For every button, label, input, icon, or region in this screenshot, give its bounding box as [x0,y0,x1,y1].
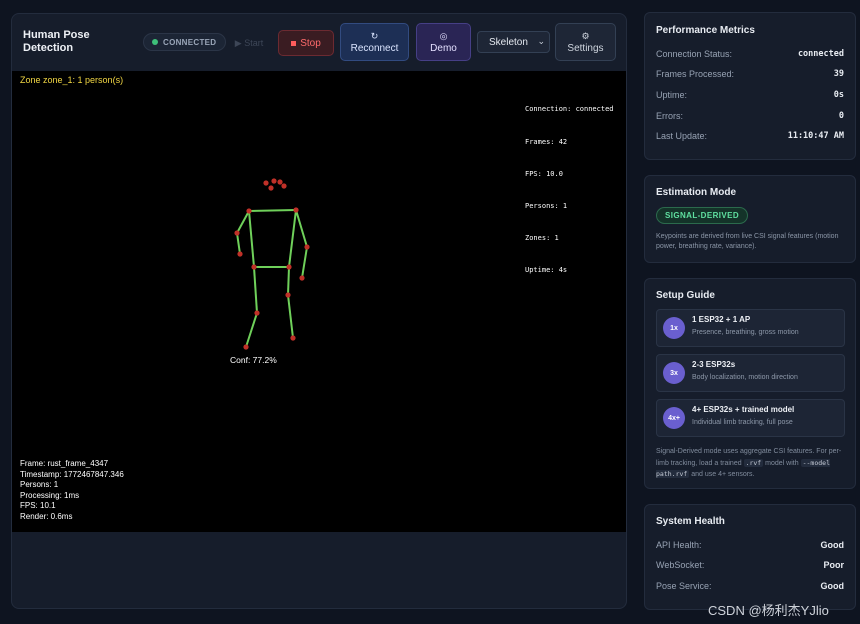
diagnostics-line: Persons: 1 [525,201,568,210]
diagnostics-line: Frames: 42 [525,137,568,146]
render-mode-select[interactable]: Skeleton ⌄ [477,31,550,53]
demo-icon: ◎ [439,30,448,41]
performance-metrics-card: Performance Metrics Connection Status: co… [644,12,856,160]
metric-row: Connection Status: connected [656,49,844,59]
zone-label: Zone zone_1: 1 person(s) [20,75,124,85]
pose-detection-panel: Human Pose Detection CONNECTED ▶ Start S… [11,13,627,609]
demo-button-label: Demo [430,42,457,54]
system-health-card: System Health API Health: Good WebSocket:… [644,504,856,610]
metric-row: Errors: 0 [656,111,844,121]
frame-info-line: Persons: 1 [20,480,59,489]
metric-value: connected [797,49,844,59]
toolbar: Human Pose Detection CONNECTED ▶ Start S… [12,14,626,72]
setup-guide-note: Signal-Derived mode uses aggregate CSI f… [656,446,848,481]
metric-label: Connection Status: [656,49,733,59]
health-row: Pose Service: Good [656,581,844,591]
render-mode-value: Skeleton [489,36,528,48]
demo-button[interactable]: ◎ Demo [416,23,471,61]
estimation-mode-description: Keypoints are derived from live CSI sign… [656,233,839,250]
frame-info-line: Render: 0.6ms [20,511,73,521]
note-text: model with [765,459,799,467]
frame-info-line: FPS: 10.1 [20,501,56,510]
metric-row: Last Update: 11:10:47 AM [656,131,844,141]
setup-guide-card: Setup Guide 1x 1 ESP32 + 1 AP Presence, … [644,278,856,489]
gear-icon: ⚙ [581,30,590,41]
metric-label: Last Update: [656,131,708,141]
metric-value: 11:10:47 AM [787,131,844,141]
health-row: API Health: Good [656,540,844,550]
skeleton-bones [236,209,308,348]
settings-button[interactable]: ⚙ Settings [555,23,616,61]
diagnostics-line: FPS: 10.0 [525,169,563,178]
estimation-mode-card: Estimation Mode SIGNAL-DERIVED Keypoints… [644,175,856,263]
reconnect-button[interactable]: ↻ Reconnect [340,23,409,61]
status-dot-icon [152,39,158,45]
guide-step-badge: 4x+ [663,407,685,429]
frame-info-overlay: Frame: rust_frame_4347 Timestamp: 177246… [20,459,124,522]
diagnostics-overlay: Connection: connected Frames: 42 FPS: 10… [525,83,614,297]
health-label: Pose Service: [656,581,712,591]
health-label: API Health: [656,540,702,550]
keypoints [234,178,310,350]
health-row: WebSocket: Poor [656,560,844,570]
frame-info-line: Timestamp: 1772467847.346 [20,469,124,479]
guide-card-subtitle: Presence, breathing, gross motion [692,329,799,336]
system-health-title: System Health [656,516,725,527]
metric-row: Frames Processed: 39 [656,69,844,79]
note-text: and use 4+ sensors. [691,471,755,478]
diagnostics-line: Zones: 1 [525,233,559,242]
health-value: Good [820,581,845,591]
health-value: Good [820,540,845,550]
stop-button-label: Stop [300,37,321,49]
guide-card-subtitle: Individual limb tracking, full pose [692,419,793,426]
diagnostics-line: Connection: connected [525,105,614,114]
estimation-mode-title: Estimation Mode [656,187,737,198]
guide-card-title: 4+ ESP32s + trained model [692,405,795,414]
confidence-label: Conf: 77.2% [230,355,277,365]
metric-value: 0 [838,111,844,121]
guide-card-title: 2-3 ESP32s [692,360,736,369]
metric-label: Errors: [656,111,683,121]
chevron-down-icon: ⌄ [537,36,545,46]
guide-card: 1x 1 ESP32 + 1 AP Presence, breathing, g… [656,309,845,347]
pose-canvas[interactable]: Zone zone_1: 1 person(s) Connection: con… [12,71,626,532]
refresh-icon: ↻ [370,30,379,41]
status-badge-label: CONNECTED [163,37,217,47]
note-code: .rvf [743,458,764,467]
page-title: Human Pose Detection [23,29,90,54]
connection-status-badge: CONNECTED [143,33,227,51]
guide-step-badge: 1x [663,317,685,339]
metric-row: Uptime: 0s [656,90,844,100]
start-button[interactable]: ▶ Start [224,30,274,56]
guide-card-subtitle: Body localization, motion direction [692,374,798,381]
guide-card-title: 1 ESP32 + 1 AP [692,315,751,324]
start-button-label: ▶ Start [234,37,264,48]
frame-info-line: Frame: rust_frame_4347 [20,459,109,468]
csdn-watermark: CSDN @杨利杰YJlio [708,603,829,618]
setup-guide-title: Setup Guide [656,290,715,301]
frame-info-line: Processing: 1ms [20,490,80,500]
stop-button[interactable]: Stop [278,30,334,56]
guide-card: 4x+ 4+ ESP32s + trained model Individual… [656,399,845,437]
guide-card: 3x 2-3 ESP32s Body localization, motion … [656,354,845,392]
metric-label: Uptime: [656,90,688,100]
metric-label: Frames Processed: [656,69,735,79]
health-value: Poor [823,560,844,570]
metric-value: 0s [833,90,844,100]
settings-button-label: Settings [567,42,604,54]
health-label: WebSocket: [656,560,705,570]
diagnostics-line: Uptime: 4s [525,265,568,274]
guide-step-badge: 3x [663,362,685,384]
metric-value: 39 [833,69,844,79]
performance-metrics-title: Performance Metrics [656,25,755,36]
stop-icon [291,40,297,46]
reconnect-button-label: Reconnect [350,42,399,54]
estimation-mode-badge: SIGNAL-DERIVED [656,207,749,224]
